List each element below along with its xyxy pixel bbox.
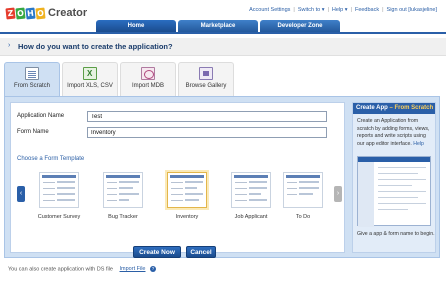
- tab-home[interactable]: Home: [96, 20, 176, 32]
- template-thumbnail: [231, 172, 271, 208]
- cancel-button[interactable]: Cancel: [186, 246, 216, 258]
- form-name-input[interactable]: [87, 127, 327, 138]
- template-job-applicant[interactable]: Job Applicant: [223, 172, 279, 220]
- option-label: Import MDB: [131, 83, 164, 89]
- template-carousel: ‹ Customer Survey Bug Tracker Inventory …: [17, 172, 342, 229]
- tab-marketplace[interactable]: Marketplace: [178, 20, 258, 32]
- template-inventory[interactable]: Inventory: [159, 172, 215, 220]
- template-thumbnail: [103, 172, 143, 208]
- carousel-next-button[interactable]: ›: [334, 186, 342, 202]
- template-label: Inventory: [175, 214, 199, 220]
- template-label: Customer Survey: [37, 214, 81, 220]
- logo-letter-z: Z: [5, 7, 16, 19]
- tab-developer-zone[interactable]: Developer Zone: [260, 20, 340, 32]
- template-label: Bug Tracker: [108, 214, 138, 220]
- option-label: From Scratch: [13, 83, 50, 89]
- template-label: To Do: [295, 214, 311, 220]
- header: Z O H O Creator Account Settings | Switc…: [0, 0, 446, 32]
- template-customer-survey[interactable]: Customer Survey: [31, 172, 87, 220]
- import-file-link[interactable]: Import File: [120, 266, 146, 272]
- database-icon: [141, 67, 155, 80]
- logo-letter-h: H: [25, 7, 36, 19]
- create-now-button[interactable]: Create Now: [133, 246, 181, 258]
- template-to-do[interactable]: To Do: [275, 172, 331, 220]
- feedback-link[interactable]: Feedback: [352, 7, 382, 13]
- option-label: Browse Gallery: [185, 83, 227, 89]
- dropdown-arrow-icon: ▾: [344, 7, 348, 13]
- help-icon[interactable]: ?: [150, 266, 157, 272]
- help-panel-text: Create an Application from scratch by ad…: [353, 114, 435, 152]
- create-form: Application Name Form Name Choose a Form…: [10, 102, 345, 258]
- main-panel: Application Name Form Name Choose a Form…: [4, 96, 440, 258]
- template-thumbnail: [39, 172, 79, 208]
- choose-template-link[interactable]: Choose a Form Template: [17, 156, 84, 162]
- account-settings-link[interactable]: Account Settings: [246, 7, 293, 13]
- option-from-scratch[interactable]: From Scratch: [4, 62, 60, 96]
- help-link[interactable]: Help ▾: [329, 7, 351, 13]
- option-import-mdb[interactable]: Import MDB: [120, 62, 176, 96]
- prompt-question: How do you want to create the applicatio…: [18, 42, 173, 51]
- header-divider: [0, 32, 446, 34]
- help-title-main: Create App: [356, 105, 388, 111]
- logo-letter-o: O: [15, 7, 26, 19]
- top-links: Account Settings | Switch to ▾ | Help ▾ …: [246, 7, 440, 13]
- gallery-icon: [199, 67, 213, 80]
- creation-options: From Scratch Import XLS, CSV Import MDB …: [4, 62, 236, 96]
- main-tabs: Home Marketplace Developer Zone: [96, 20, 342, 32]
- import-file-note: You can also create application with DS …: [8, 266, 157, 273]
- help-label: Help: [331, 7, 344, 13]
- app-editor-preview-image: [357, 156, 431, 228]
- template-label: Job Applicant: [234, 214, 268, 220]
- template-thumbnail: [167, 172, 207, 208]
- help-panel: Create App – From Scratch Create an Appl…: [352, 102, 436, 253]
- dropdown-arrow-icon: ▾: [321, 7, 325, 13]
- prompt-bar: › How do you want to create the applicat…: [0, 38, 446, 56]
- import-note-text: You can also create application with DS …: [8, 266, 113, 273]
- sign-out-link[interactable]: Sign out [lukasjeline]: [384, 7, 440, 13]
- carousel-prev-button[interactable]: ‹: [17, 186, 25, 202]
- chevron-right-icon: ›: [8, 42, 11, 49]
- switch-to-label: Switch to: [297, 7, 321, 13]
- switch-to-link[interactable]: Switch to ▾: [295, 7, 328, 13]
- product-name: Creator: [48, 7, 88, 19]
- template-bug-tracker[interactable]: Bug Tracker: [95, 172, 151, 220]
- option-label: Import XLS, CSV: [67, 83, 113, 89]
- form-name-row: Form Name: [17, 127, 337, 139]
- help-panel-title: Create App – From Scratch: [353, 103, 435, 114]
- excel-icon: [83, 67, 97, 80]
- logo-letter-o2: O: [35, 7, 46, 19]
- help-title-accent: From Scratch: [394, 105, 434, 111]
- help-link[interactable]: Help: [413, 141, 424, 147]
- help-footer-text: Give a app & form name to begin.: [357, 231, 435, 237]
- option-import-xls-csv[interactable]: Import XLS, CSV: [62, 62, 118, 96]
- form-icon: [25, 67, 39, 80]
- option-browse-gallery[interactable]: Browse Gallery: [178, 62, 234, 96]
- form-name-label: Form Name: [17, 129, 49, 135]
- app-name-label: Application Name: [17, 113, 65, 119]
- app-name-input[interactable]: [87, 111, 327, 122]
- app-name-row: Application Name: [17, 111, 337, 123]
- template-thumbnail: [283, 172, 323, 208]
- zoho-logo[interactable]: Z O H O Creator: [5, 4, 88, 22]
